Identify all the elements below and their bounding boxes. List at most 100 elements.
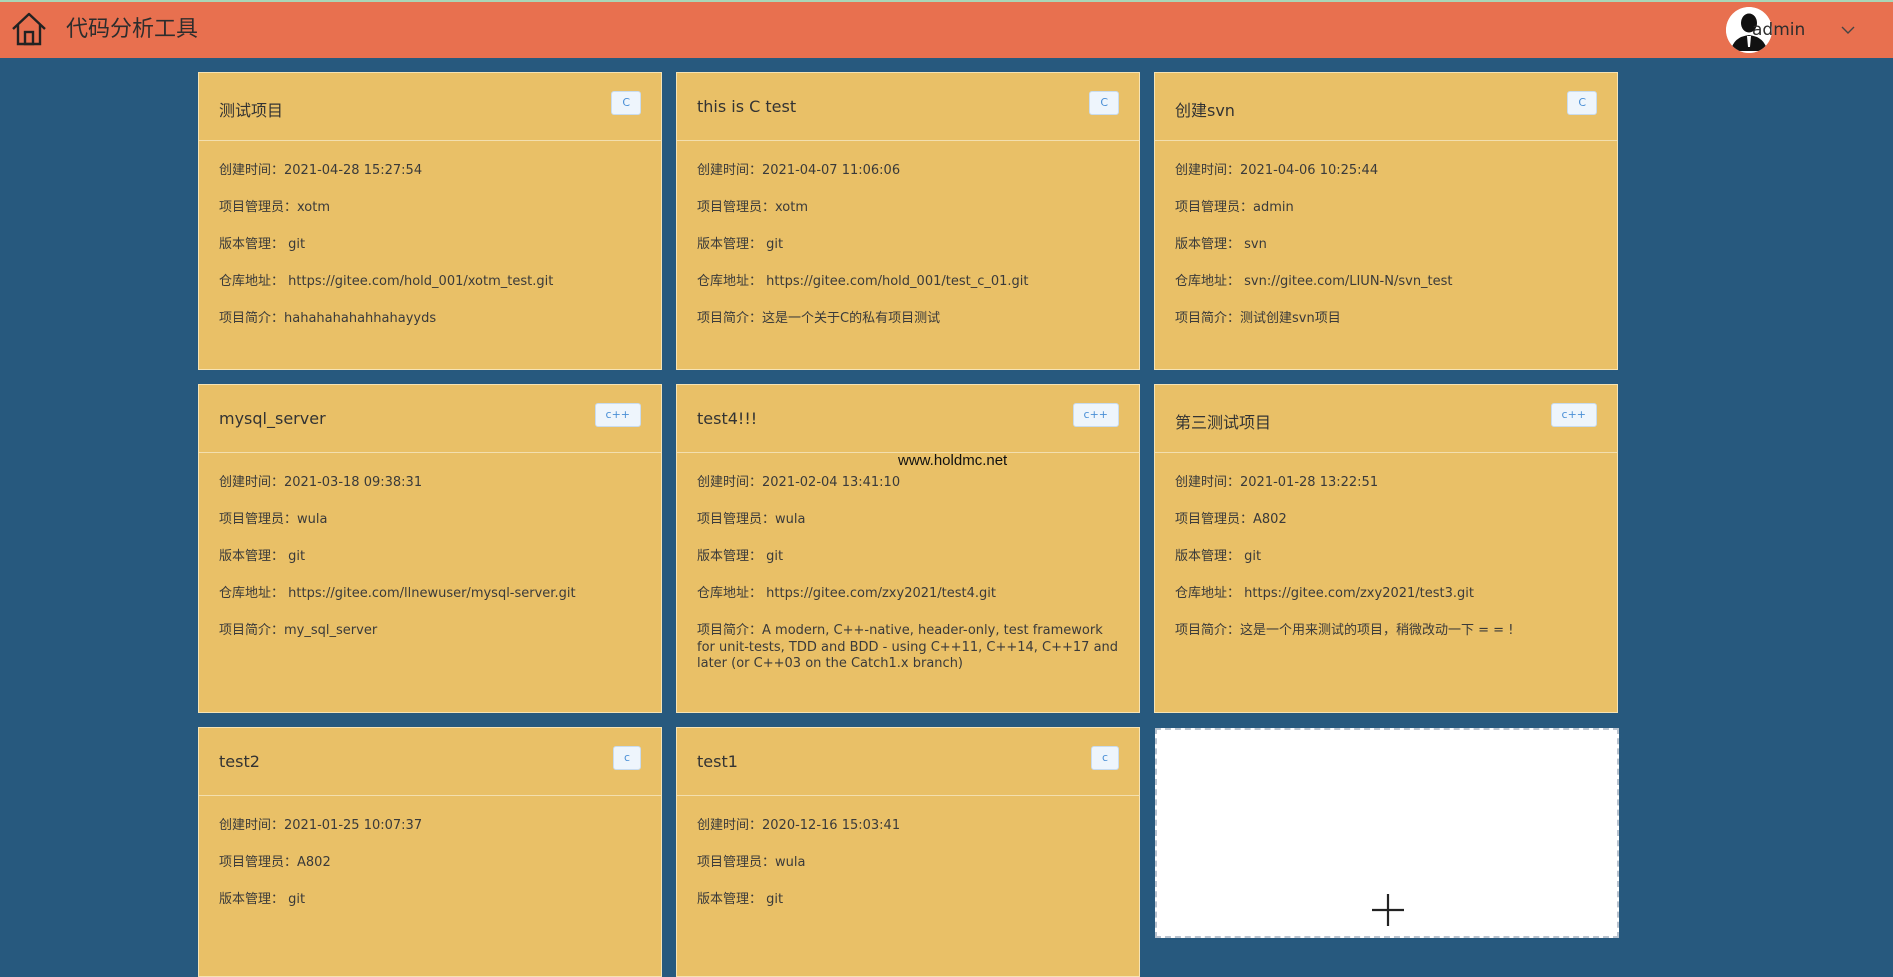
language-badge: c++ [1550,403,1597,427]
repo-row[interactable]: 仓库地址： https://gitee.com/hold_001/test_c_… [697,274,1119,290]
field-label: 版本管理： [697,237,763,252]
project-card[interactable]: test1 c 创建时间：2020-12-16 15:03:41 项目管理员：wula… [676,727,1140,977]
repo-row[interactable]: 仓库地址： https://gitee.com/hold_001/xotm_te… [219,274,641,290]
field-value: https://gitee.com/hold_001/test_c_01.git [766,274,1029,289]
card-header: test2 c [199,728,661,796]
language-badge: C [1089,91,1119,115]
created-row: 创建时间：2021-03-18 09:38:31 [219,475,641,491]
vcs-row: 版本管理： git [697,237,1119,253]
description-row: 项目简介：hahahahahahhahayyds [219,311,641,328]
field-label: 创建时间： [219,818,285,833]
plus-icon [1372,894,1404,926]
card-header: 第三测试项目 c++ [1155,385,1617,453]
card-body: 创建时间：2021-01-28 13:22:51 项目管理员：A802 版本管理： … [1155,453,1617,640]
field-label: 创建时间： [219,163,285,178]
project-name: 测试项目 [219,101,284,120]
field-label: 版本管理： [697,549,763,564]
project-card[interactable]: 第三测试项目 c++ 创建时间：2021-01-28 13:22:51 项目管理员：A… [1154,384,1618,713]
field-label: 仓库地址： [219,586,285,601]
card-header: this is C test C [677,73,1139,141]
field-label: 版本管理： [219,892,285,907]
project-name: 第三测试项目 [1175,413,1272,432]
created-row: 创建时间：2021-01-25 10:07:37 [219,818,641,834]
field-label: 项目管理员： [697,855,776,870]
repo-row[interactable]: 仓库地址： https://gitee.com/llnewuser/mysql-… [219,586,641,602]
project-name: 创建svn [1175,101,1235,120]
project-name: test4!!! [697,409,758,428]
field-value: wula [297,512,328,527]
repo-row[interactable]: 仓库地址： svn://gitee.com/LIUN-N/svn_test [1175,274,1597,290]
field-value: 2021-04-06 10:25:44 [1240,163,1379,178]
field-label: 项目简介： [1175,311,1241,326]
project-name: test2 [219,752,260,771]
field-value: A802 [297,855,331,870]
project-card[interactable]: mysql_server c++ 创建时间：2021-03-18 09:38:31 项… [198,384,662,713]
field-label: 创建时间： [1175,475,1241,490]
field-label: 项目简介： [697,623,763,638]
manager-row: 项目管理员：wula [219,512,641,528]
project-card[interactable]: this is C test C 创建时间：2021-04-07 11:06:06 项… [676,72,1140,370]
card-header: 测试项目 C [199,73,661,141]
field-label: 创建时间： [1175,163,1241,178]
field-label: 项目管理员： [219,200,298,215]
field-value: 2021-03-18 09:38:31 [284,475,423,490]
field-label: 创建时间： [697,163,763,178]
field-value: git [288,549,306,564]
created-row: 创建时间：2021-04-07 11:06:06 [697,163,1119,179]
project-card[interactable]: test2 c 创建时间：2021-01-25 10:07:37 项目管理员：A802… [198,727,662,977]
field-label: 版本管理： [1175,237,1241,252]
field-label: 版本管理： [1175,549,1241,564]
vcs-row: 版本管理： git [219,549,641,565]
field-label: 创建时间： [219,475,285,490]
language-badge: C [611,91,641,115]
card-header: test4!!! c++ [677,385,1139,453]
field-value: git [766,237,784,252]
field-value: git [766,549,784,564]
card-header: mysql_server c++ [199,385,661,453]
app-header: 代码分析工具 admin [0,2,1893,58]
chevron-down-icon[interactable] [1840,24,1856,36]
card-body: 创建时间：2021-02-04 13:41:10 项目管理员：wula 版本管理： … [677,453,1139,673]
field-label: 版本管理： [219,237,285,252]
field-label: 创建时间： [697,818,763,833]
field-value: A802 [1253,512,1287,527]
project-card[interactable]: test4!!! c++ 创建时间：2021-02-04 13:41:10 项目管理员… [676,384,1140,713]
field-label: 项目简介： [697,311,763,326]
field-value: hahahahahahhahayyds [284,311,437,326]
username[interactable]: admin [1752,20,1805,40]
manager-row: 项目管理员：xotm [697,200,1119,216]
project-name: this is C test [697,97,797,116]
repo-row[interactable]: 仓库地址： https://gitee.com/zxy2021/test4.gi… [697,586,1119,602]
project-card[interactable]: 创建svn C 创建时间：2021-04-06 10:25:44 项目管理员：admi… [1154,72,1618,370]
field-value: git [288,237,306,252]
created-row: 创建时间：2021-04-28 15:27:54 [219,163,641,179]
field-value: 2020-12-16 15:03:41 [762,818,901,833]
field-value: 2021-04-28 15:27:54 [284,163,423,178]
card-body: 创建时间：2021-01-25 10:07:37 项目管理员：A802 版本管理： … [199,796,661,908]
created-row: 创建时间：2021-01-28 13:22:51 [1175,475,1597,491]
created-row: 创建时间：2020-12-16 15:03:41 [697,818,1119,834]
created-row: 创建时间：2021-04-06 10:25:44 [1175,163,1597,179]
field-value: wula [775,512,806,527]
card-header: 创建svn C [1155,73,1617,141]
field-label: 项目管理员： [697,200,776,215]
field-value: https://gitee.com/hold_001/xotm_test.git [288,274,554,289]
created-row: 创建时间：2021-02-04 13:41:10 [697,475,1119,491]
repo-row[interactable]: 仓库地址： https://gitee.com/zxy2021/test3.gi… [1175,586,1597,602]
field-label: 项目管理员： [1175,512,1254,527]
field-value: wula [775,855,806,870]
manager-row: 项目管理员：xotm [219,200,641,216]
language-badge: c++ [594,403,641,427]
field-label: 版本管理： [697,892,763,907]
project-card[interactable]: 测试项目 C 创建时间：2021-04-28 15:27:54 项目管理员：xotm 版… [198,72,662,370]
field-value: https://gitee.com/zxy2021/test3.git [1244,586,1474,601]
card-body: 创建时间：2020-12-16 15:03:41 项目管理员：wula 版本管理： … [677,796,1139,908]
field-value: git [288,892,306,907]
field-label: 创建时间： [697,475,763,490]
add-project-card[interactable] [1155,728,1619,938]
field-value: git [766,892,784,907]
watermark-text: www.holdmc.net [898,452,1008,469]
card-body: 创建时间：2021-04-06 10:25:44 项目管理员：admin 版本管理：… [1155,141,1617,328]
home-icon[interactable] [10,10,48,48]
card-body: 创建时间：2021-04-28 15:27:54 项目管理员：xotm 版本管理： … [199,141,661,328]
